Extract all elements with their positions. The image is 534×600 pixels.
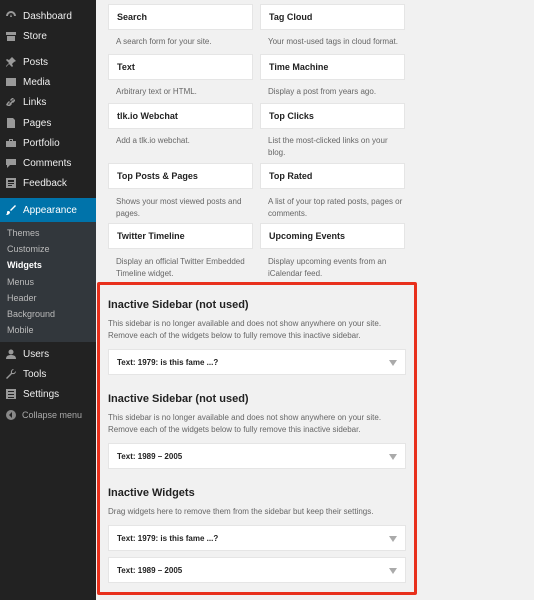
widget-title: Text: 1989 – 2005 [117, 451, 183, 461]
widget-desc: Add a tlk.io webchat. [116, 136, 190, 145]
menu-label: Appearance [23, 204, 77, 216]
submenu-header[interactable]: Header [7, 293, 37, 303]
widget-top-rated[interactable]: Top Rated [260, 163, 405, 189]
inactive-sidebar-title: Inactive Sidebar (not used) [108, 299, 249, 311]
menu-label: Posts [23, 56, 49, 68]
menu-label: Portfolio [23, 137, 60, 149]
widget-twitter-timeline[interactable]: Twitter Timeline [108, 223, 253, 249]
widget-search[interactable]: Search [108, 4, 253, 30]
menu-appearance[interactable]: Appearance [0, 198, 96, 222]
inactive-widget-item[interactable]: Text: 1979: is this fame ...? [108, 349, 406, 375]
menu-label: Tools [23, 368, 47, 380]
comment-icon [5, 157, 17, 169]
inactive-widgets-desc: Drag widgets here to remove them from th… [108, 507, 374, 516]
widget-time-machine[interactable]: Time Machine [260, 54, 405, 80]
submenu-widgets[interactable]: Widgets [7, 260, 42, 270]
menu-label: Feedback [23, 177, 67, 189]
menu-comments[interactable]: Comments [0, 153, 96, 173]
chevron-down-icon[interactable] [389, 535, 397, 542]
submenu-themes[interactable]: Themes [7, 228, 40, 238]
menu-portfolio[interactable]: Portfolio [0, 133, 96, 153]
chevron-down-icon[interactable] [389, 567, 397, 574]
widget-desc: A search form for your site. [116, 37, 212, 46]
menu-settings[interactable]: Settings [0, 384, 96, 404]
submenu-customize[interactable]: Customize [7, 244, 50, 254]
menu-label: Dashboard [23, 10, 72, 22]
inactive-widget-item[interactable]: Text: 1989 – 2005 [108, 443, 406, 469]
inactive-sidebar-desc: This sidebar is no longer available and … [108, 413, 382, 434]
widget-tag-cloud[interactable]: Tag Cloud [260, 4, 405, 30]
dashboard-icon [5, 10, 17, 22]
widget-desc: A list of your top rated posts, pages or… [268, 197, 403, 218]
pin-icon [5, 56, 17, 68]
portfolio-icon [5, 137, 17, 149]
menu-media[interactable]: Media [0, 72, 96, 92]
media-icon [5, 76, 17, 88]
widget-desc: Your most-used tags in cloud format. [268, 37, 398, 46]
menu-dashboard[interactable]: Dashboard [0, 6, 96, 26]
inactive-sidebar-title: Inactive Sidebar (not used) [108, 393, 249, 405]
menu-links[interactable]: Links [0, 92, 96, 112]
widget-tlkio-webchat[interactable]: tlk.io Webchat [108, 103, 253, 129]
link-icon [5, 96, 17, 108]
user-icon [5, 348, 17, 360]
menu-label: Pages [23, 117, 52, 129]
collapse-label: Collapse menu [22, 410, 83, 420]
widget-desc: Arbitrary text or HTML. [116, 87, 197, 96]
widget-desc: Display an official Twitter Embedded Tim… [116, 257, 245, 278]
menu-pages[interactable]: Pages [0, 113, 96, 133]
widget-desc: List the most-clicked links on your blog… [268, 136, 388, 157]
submenu-mobile[interactable]: Mobile [7, 325, 34, 335]
menu-tools[interactable]: Tools [0, 364, 96, 384]
chevron-down-icon[interactable] [389, 453, 397, 460]
chevron-down-icon[interactable] [389, 359, 397, 366]
page-icon [5, 117, 17, 129]
inactive-widget-item[interactable]: Text: 1979: is this fame ...? [108, 525, 406, 551]
store-icon [5, 30, 17, 42]
menu-posts[interactable]: Posts [0, 52, 96, 72]
widget-desc: Display a post from years ago. [268, 87, 377, 96]
menu-label: Comments [23, 157, 72, 169]
inactive-widget-item[interactable]: Text: 1989 – 2005 [108, 557, 406, 583]
widget-text[interactable]: Text [108, 54, 253, 80]
widget-desc: Shows your most viewed posts and pages. [116, 197, 242, 218]
menu-store[interactable]: Store [0, 26, 96, 46]
menu-label: Media [23, 76, 51, 88]
widget-title: Text: 1989 – 2005 [117, 565, 183, 575]
submenu-background[interactable]: Background [7, 309, 55, 319]
menu-users[interactable]: Users [0, 344, 96, 364]
inactive-sidebar-desc: This sidebar is no longer available and … [108, 319, 382, 340]
settings-icon [5, 388, 17, 400]
submenu-menus[interactable]: Menus [7, 277, 34, 287]
widget-title: Text: 1979: is this fame ...? [117, 357, 219, 367]
menu-feedback[interactable]: Feedback [0, 173, 96, 193]
menu-label: Settings [23, 388, 60, 400]
menu-label: Users [23, 348, 50, 360]
menu-label: Links [23, 96, 47, 108]
widget-desc: Display upcoming events from an iCalenda… [268, 257, 387, 278]
widget-top-posts-pages[interactable]: Top Posts & Pages [108, 163, 253, 189]
collapse-arrow-icon [6, 410, 16, 420]
wrench-icon [5, 368, 17, 380]
inactive-widgets-title: Inactive Widgets [108, 487, 195, 499]
collapse-menu-button[interactable]: Collapse menu [0, 407, 82, 423]
widget-top-clicks[interactable]: Top Clicks [260, 103, 405, 129]
menu-label: Store [23, 30, 47, 42]
widget-upcoming-events[interactable]: Upcoming Events [260, 223, 405, 249]
feedback-icon [5, 177, 17, 189]
widget-title: Text: 1979: is this fame ...? [117, 533, 219, 543]
admin-sidebar: Dashboard Store Posts Media Links Pages … [0, 0, 96, 600]
brush-icon [5, 204, 17, 216]
